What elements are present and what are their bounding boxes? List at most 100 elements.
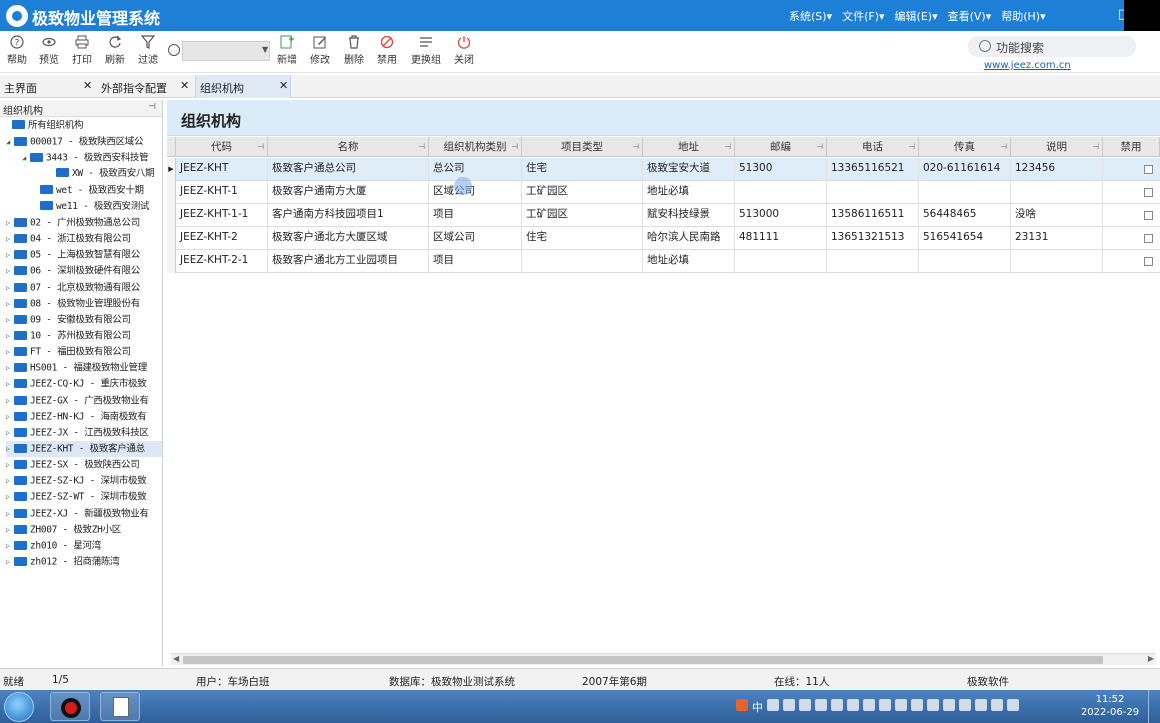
expander-icon[interactable]: ▷	[6, 376, 14, 392]
tree-item[interactable]: ▷ JEEZ-CQ-KJ - 重庆市极致	[6, 376, 162, 392]
table-cell[interactable]: 住宅	[522, 158, 643, 181]
disabled-checkbox[interactable]	[1144, 165, 1153, 174]
quick-search-combo[interactable]: ▼	[168, 41, 272, 61]
pin-icon[interactable]: ⊣	[1092, 137, 1099, 157]
tree-item[interactable]: ▷ JEEZ-HN-KJ - 海南极致有	[6, 409, 162, 425]
expander-icon[interactable]: ▷	[6, 360, 14, 376]
table-cell[interactable]	[919, 181, 1011, 204]
table-cell[interactable]: JEEZ-KHT	[176, 158, 268, 181]
expander-icon[interactable]: ▷	[6, 247, 14, 263]
table-row[interactable]: JEEZ-KHT-1 极致客户通南方大厦 区域公司 工矿园区 地址必填	[167, 181, 1160, 204]
refresh-button[interactable]: 刷新	[100, 35, 130, 66]
tree-item[interactable]: ▷ 02 - 广州极致物通总公司	[6, 215, 162, 231]
tree-item[interactable]: ▷ 05 - 上海极致智慧有限公	[6, 247, 162, 263]
table-cell[interactable]: 极致客户通总公司	[268, 158, 429, 181]
table-cell[interactable]: JEEZ-KHT-2-1	[176, 250, 268, 273]
tree-item[interactable]: ▷ ZH007 - 极致ZH小区	[6, 522, 162, 538]
quick-search-input[interactable]	[182, 41, 270, 61]
tree-item[interactable]: ▷ JEEZ-XJ - 新疆极致物业有	[6, 506, 162, 522]
tab-organization[interactable]: 组织机构 ✕	[195, 75, 291, 98]
table-cell[interactable]: 住宅	[522, 227, 643, 250]
tree-item[interactable]: ▷ 10 - 苏州极致有限公司	[6, 328, 162, 344]
disabled-checkbox[interactable]	[1144, 211, 1153, 220]
punctuation-icon[interactable]	[783, 699, 795, 711]
table-cell[interactable]	[735, 250, 827, 273]
taskbar-app-document[interactable]	[100, 692, 140, 721]
column-header[interactable]: 代码 ⊣	[176, 137, 268, 157]
expander-icon[interactable]: ▷	[6, 312, 14, 328]
row-indicator[interactable]	[167, 181, 176, 204]
display-icon[interactable]	[991, 699, 1003, 711]
table-cell[interactable]: JEEZ-KHT-2	[176, 227, 268, 250]
table-cell[interactable]	[735, 181, 827, 204]
table-cell[interactable]: 123456	[1011, 158, 1103, 181]
chevron-down-icon[interactable]: ▼	[262, 45, 268, 54]
expander-icon[interactable]: ▷	[6, 393, 14, 409]
menu-system[interactable]: 系统(S)▾	[789, 8, 832, 24]
pin-icon[interactable]: ⊣	[1000, 137, 1007, 157]
column-header[interactable]: 项目类型 ⊣	[522, 137, 643, 157]
table-cell[interactable]: 13365116521	[827, 158, 919, 181]
tree-item[interactable]: ▷ zh012 - 招商蒲陈湾	[6, 554, 162, 570]
table-cell[interactable]	[1011, 181, 1103, 204]
tree-item[interactable]: ▷ HS001 - 福建极致物业管理	[6, 360, 162, 376]
tree-item[interactable]: ▷ JEEZ-SZ-KJ - 深圳市极致	[6, 473, 162, 489]
ime-indicator[interactable]: 中	[752, 699, 763, 715]
table-cell[interactable]: 区域公司	[429, 227, 522, 250]
tree-item[interactable]: ◢ 000017 - 极致陕西区域公	[6, 134, 162, 150]
column-header[interactable]: 电话 ⊣	[827, 137, 919, 157]
table-cell[interactable]	[827, 181, 919, 204]
close-icon[interactable]: ✕	[83, 79, 92, 92]
table-cell[interactable]: 地址必填	[643, 250, 735, 273]
pin-icon[interactable]: ⊣	[511, 137, 518, 157]
expander-icon[interactable]: ▷	[6, 280, 14, 296]
expander-icon[interactable]: ▷	[6, 328, 14, 344]
preview-button[interactable]: 预览	[34, 35, 64, 66]
tree-item[interactable]: ▷ 06 - 深圳极致硬件有限公	[6, 263, 162, 279]
expander-icon[interactable]: ▷	[6, 215, 14, 231]
taskbar-app-recorder[interactable]	[50, 692, 90, 721]
pin-icon[interactable]: ⊣	[257, 137, 264, 157]
table-cell[interactable]: 020-61161614	[919, 158, 1011, 181]
tree-item[interactable]: ▷ 09 - 安徽极致有限公司	[6, 312, 162, 328]
column-header[interactable]: 地址 ⊣	[643, 137, 735, 157]
table-cell[interactable]: 总公司	[429, 158, 522, 181]
pin-icon[interactable]: ⊣	[418, 137, 425, 157]
expander-icon[interactable]: ▷	[6, 296, 14, 312]
volume-icon[interactable]	[1007, 699, 1019, 711]
keyboard-icon[interactable]	[799, 699, 811, 711]
column-header[interactable]: 传真 ⊣	[919, 137, 1011, 157]
menu-file[interactable]: 文件(F)▾	[842, 8, 884, 24]
menu-help[interactable]: 帮助(H)▾	[1001, 8, 1045, 24]
menu-view[interactable]: 查看(V)▾	[948, 8, 992, 24]
column-header[interactable]: 名称 ⊣	[268, 137, 429, 157]
expander-icon[interactable]: ▷	[6, 263, 14, 279]
disable-button[interactable]: 禁用	[372, 35, 402, 66]
start-button[interactable]	[4, 692, 34, 722]
column-header[interactable]: 组织机构类别 ⊣	[429, 137, 522, 157]
cloud-icon[interactable]	[911, 699, 923, 711]
table-cell[interactable]: 赋安科技绿景	[643, 204, 735, 227]
user-icon[interactable]	[815, 699, 827, 711]
table-cell[interactable]: 极致宝安大道	[643, 158, 735, 181]
scroll-right-icon[interactable]: ▶	[1148, 654, 1154, 663]
table-cell[interactable]	[919, 250, 1011, 273]
settings-icon[interactable]	[863, 699, 875, 711]
delete-button[interactable]: 删除	[339, 35, 369, 66]
print-button[interactable]: 打印	[67, 35, 97, 66]
expander-icon[interactable]: ▷	[6, 344, 14, 360]
table-cell[interactable]: 51300	[735, 158, 827, 181]
close-icon[interactable]: ✕	[279, 79, 288, 92]
table-cell[interactable]: 区域公司	[429, 181, 522, 204]
share-icon[interactable]	[831, 699, 843, 711]
tree-item[interactable]: ▷ 04 - 浙江极致有限公司	[6, 231, 162, 247]
table-cell[interactable]	[827, 250, 919, 273]
disabled-checkbox[interactable]	[1144, 188, 1153, 197]
table-cell[interactable]: 哈尔滨人民南路	[643, 227, 735, 250]
column-header[interactable]: 说明 ⊣	[1011, 137, 1103, 157]
table-cell[interactable]: 13586116511	[827, 204, 919, 227]
expander-icon[interactable]: ▷	[6, 441, 14, 457]
expander-icon[interactable]: ▷	[6, 489, 14, 505]
table-cell[interactable]: 13651321513	[827, 227, 919, 250]
expander-icon[interactable]: ▷	[6, 506, 14, 522]
